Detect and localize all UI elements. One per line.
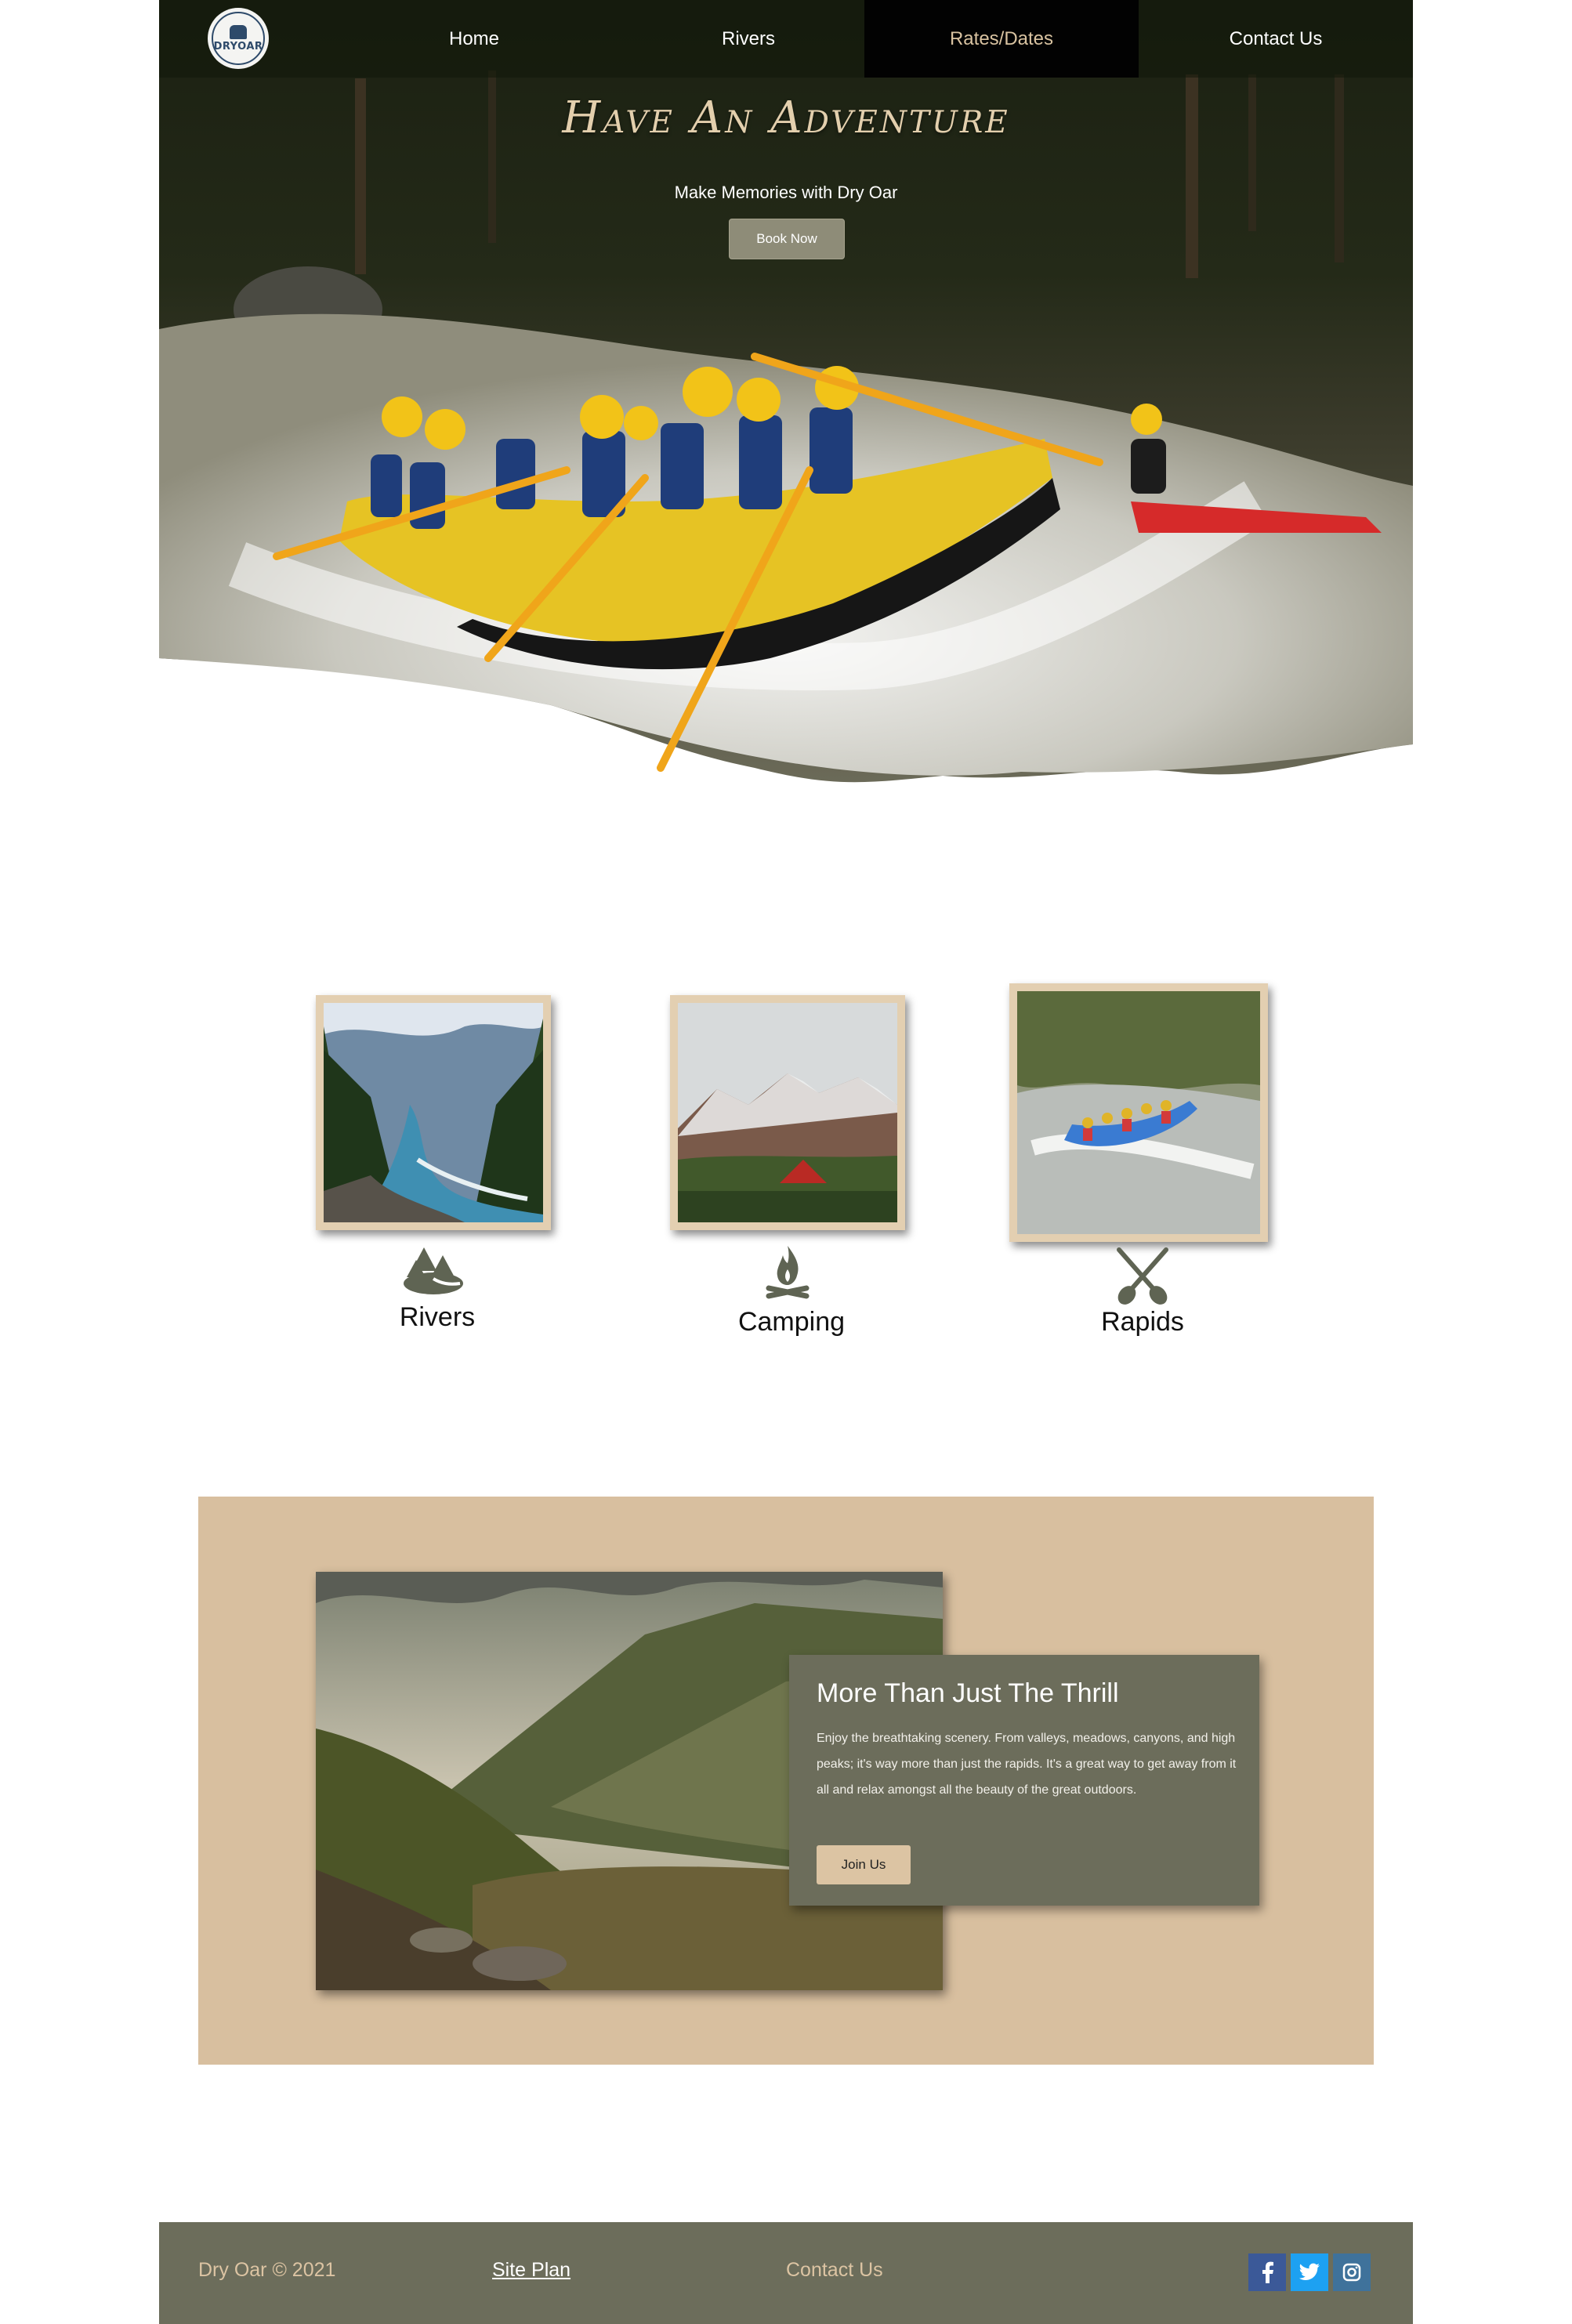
logo-badge: DRYOAR (212, 12, 265, 65)
footer-contact-link[interactable]: Contact Us (786, 2259, 883, 2282)
feature-title: More Than Just The Thrill (817, 1678, 1119, 1708)
card-camping[interactable]: Camping (670, 995, 913, 1348)
join-us-button[interactable]: Join Us (817, 1845, 911, 1884)
page: DRYOAR Home Rivers Rates/Dates Contact U… (159, 0, 1413, 2324)
hero-section: DRYOAR Home Rivers Rates/Dates Contact U… (159, 0, 1413, 791)
feature-section: More Than Just The Thrill Enjoy the brea… (198, 1497, 1374, 2065)
footer-copyright: Dry Oar © 2021 (198, 2259, 336, 2281)
book-now-button[interactable]: Book Now (729, 219, 845, 259)
camping-photo (678, 1003, 897, 1222)
nav-rivers[interactable]: Rivers (611, 0, 886, 78)
camping-photo-frame (670, 995, 905, 1230)
nav-rates-dates[interactable]: Rates/Dates (864, 0, 1139, 78)
card-label-rapids: Rapids (1101, 1307, 1184, 1337)
hero-title: Have An Adventure (562, 92, 1010, 143)
rivers-photo-frame (316, 995, 551, 1230)
twitter-icon[interactable] (1291, 2253, 1328, 2291)
feature-body: Enjoy the breathtaking scenery. From val… (817, 1732, 1237, 1797)
logo[interactable]: DRYOAR (208, 8, 269, 69)
campfire-icon (766, 1246, 810, 1299)
card-rapids[interactable]: Rapids (1009, 983, 1276, 1348)
logo-text: DRYOAR (213, 40, 263, 52)
top-nav: DRYOAR Home Rivers Rates/Dates Contact U… (159, 0, 1413, 78)
facebook-icon[interactable] (1248, 2253, 1286, 2291)
card-rivers[interactable]: Rivers (316, 995, 559, 1348)
footer: Dry Oar © 2021 Site Plan Contact Us (159, 2222, 1413, 2324)
logo-figure-icon (230, 24, 247, 39)
instagram-icon[interactable] (1333, 2253, 1371, 2291)
crossed-paddles-icon (1117, 1247, 1168, 1305)
nav-home[interactable]: Home (337, 0, 611, 78)
trees-icon (404, 1247, 463, 1294)
feature-card: More Than Just The Thrill Enjoy the brea… (789, 1655, 1259, 1906)
rapids-photo (1017, 991, 1260, 1234)
rivers-photo (324, 1003, 543, 1222)
site-plan-link[interactable]: Site Plan (492, 2259, 570, 2282)
nav-contact-us[interactable]: Contact Us (1139, 0, 1413, 78)
card-label-rivers: Rivers (399, 1302, 476, 1332)
hero-subtitle: Make Memories with Dry Oar (674, 183, 898, 202)
card-label-camping: Camping (737, 1307, 846, 1337)
rapids-photo-frame (1009, 983, 1268, 1242)
